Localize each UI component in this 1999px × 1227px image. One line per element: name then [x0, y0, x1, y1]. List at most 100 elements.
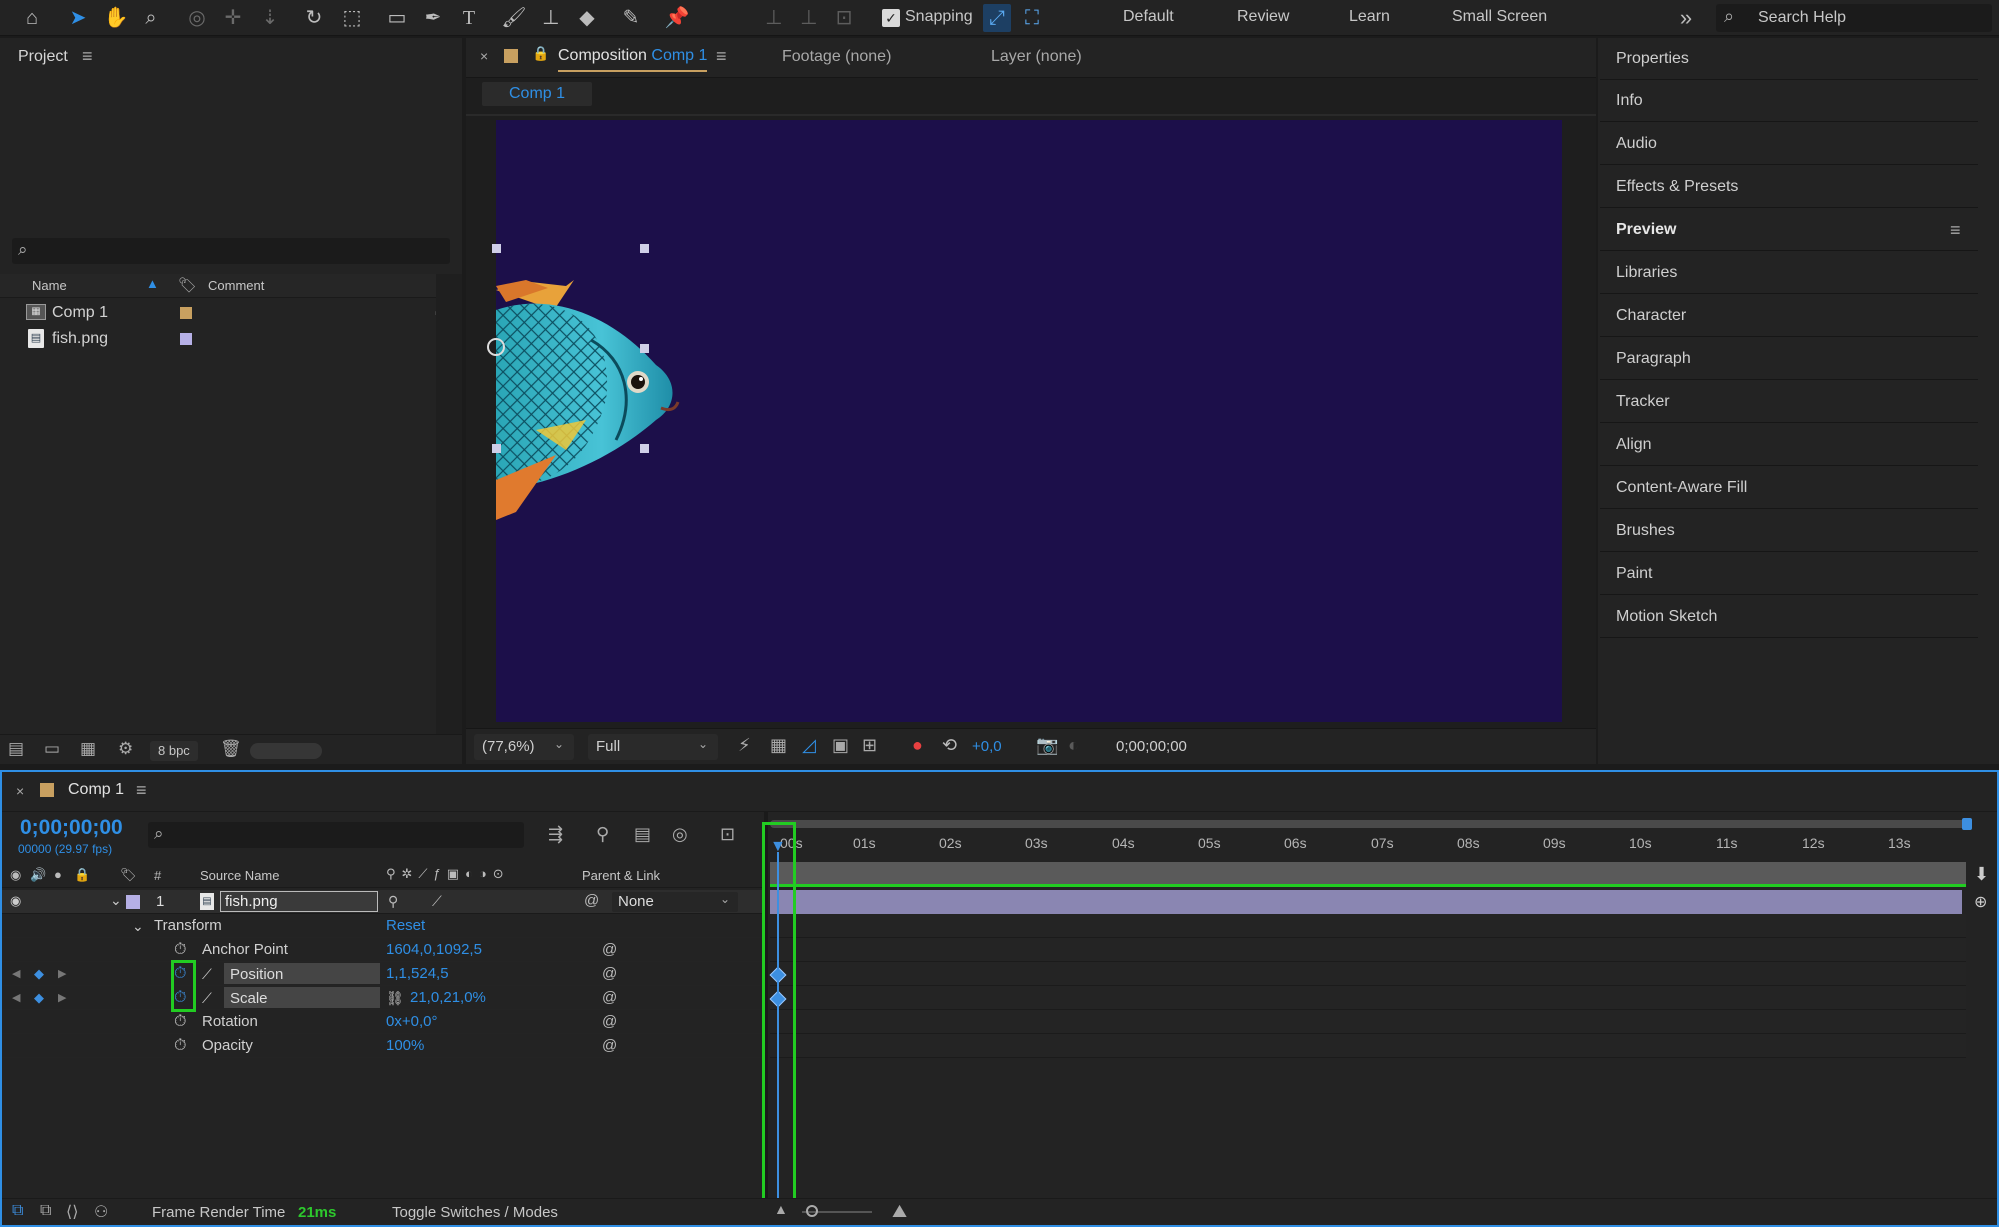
- panel-properties[interactable]: Properties: [1600, 38, 1978, 80]
- stopwatch-icon[interactable]: ⏱: [174, 1010, 186, 1034]
- panel-tracker[interactable]: Tracker: [1600, 381, 1978, 423]
- layer-label-swatch[interactable]: [126, 895, 140, 909]
- column-source-name[interactable]: Source Name: [200, 868, 279, 883]
- prev-keyframe-icon[interactable]: ◀: [12, 962, 20, 986]
- orbit-camera-icon[interactable]: ◎: [183, 4, 211, 32]
- panel-libraries[interactable]: Libraries: [1600, 252, 1978, 294]
- comp-mini-flowchart-icon[interactable]: ⇶: [548, 824, 563, 845]
- graph-icon[interactable]: ⟋: [202, 986, 212, 1010]
- panel-paragraph[interactable]: Paragraph: [1600, 338, 1978, 380]
- fast-previews-icon[interactable]: ⚡: [738, 735, 751, 756]
- property-row-position[interactable]: ◀ ◆ ▶ ⏱ ⟋ Position 1,1,524,5 @: [2, 962, 764, 986]
- workspace-small-screen[interactable]: Small Screen: [1452, 8, 1547, 26]
- snapshot-camera-icon[interactable]: 📷: [1036, 735, 1058, 756]
- next-keyframe-icon[interactable]: ▶: [58, 962, 66, 986]
- tab-layer[interactable]: Layer (none): [991, 48, 1082, 66]
- label-tag-icon[interactable]: 🏷: [120, 867, 137, 883]
- stopwatch-icon[interactable]: ⏱: [174, 938, 186, 962]
- quality-switch-icon[interactable]: ⟋: [432, 893, 442, 910]
- reset-transform-link[interactable]: Reset: [386, 914, 425, 938]
- lock-icon[interactable]: 🔒: [74, 867, 90, 883]
- search-help-field[interactable]: ⌕ Search Help: [1716, 4, 1992, 32]
- transform-handle[interactable]: [492, 244, 501, 253]
- solo-icon[interactable]: ●: [54, 867, 62, 882]
- rotation-tool-icon[interactable]: ↻: [300, 4, 328, 32]
- column-name[interactable]: Name: [32, 278, 67, 293]
- zoom-slider-thumb[interactable]: [806, 1205, 818, 1217]
- zoom-out-icon[interactable]: ▲: [774, 1201, 788, 1217]
- lock-icon[interactable]: 🔒: [532, 45, 549, 62]
- expression-pick-whip-icon[interactable]: @: [602, 1010, 617, 1034]
- grid-guides-icon[interactable]: ⊞: [862, 735, 877, 756]
- graph-icon[interactable]: ⟋: [202, 962, 212, 986]
- constrain-proportions-icon[interactable]: ⛓: [386, 986, 404, 1010]
- mask-visibility-icon[interactable]: ◿: [802, 735, 816, 756]
- viewer-timecode[interactable]: 0;00;00;00: [1116, 738, 1187, 755]
- video-visibility-icon[interactable]: ◉: [10, 867, 21, 883]
- column-comment[interactable]: Comment: [208, 278, 264, 293]
- show-snapshot-icon[interactable]: ◐: [1068, 735, 1079, 756]
- parent-dropdown[interactable]: None ⌄: [612, 892, 738, 912]
- motion-blur-icon[interactable]: ◎: [672, 824, 688, 845]
- panel-menu-icon[interactable]: ≡: [82, 46, 93, 67]
- clone-stamp-tool-icon[interactable]: ⊥: [537, 4, 565, 32]
- tab-composition[interactable]: Composition Comp 1: [558, 47, 708, 72]
- workspace-learn[interactable]: Learn: [1349, 8, 1390, 26]
- magnification-dropdown[interactable]: (77,6%) ⌄: [474, 734, 574, 760]
- expression-pick-whip-icon[interactable]: @: [602, 962, 617, 986]
- transform-group-row[interactable]: ⌄ Transform Reset: [2, 914, 764, 938]
- trash-icon[interactable]: 🗑: [220, 739, 242, 759]
- layer-row[interactable]: ◉ ⌄ 1 ▤ fish.png ⚲ ⟋ @ None ⌄: [2, 890, 762, 914]
- adjust-project-settings-icon[interactable]: ⚙: [118, 739, 133, 759]
- panel-paint[interactable]: Paint: [1600, 553, 1978, 595]
- panel-menu-icon[interactable]: ≡: [1950, 209, 1961, 251]
- property-row-rotation[interactable]: ⏱ Rotation 0x+0,0° @: [2, 1010, 764, 1034]
- channel-rgb-icon[interactable]: ●: [912, 735, 923, 756]
- anchor-point-handle[interactable]: [487, 338, 505, 356]
- puppet-pin-tool-icon[interactable]: 📌: [663, 4, 691, 32]
- graph-editor-icon[interactable]: ⊡: [720, 824, 735, 845]
- dolly-camera-icon[interactable]: ⇣: [256, 4, 284, 32]
- audio-icon[interactable]: 🔊: [30, 867, 46, 883]
- snap-edges-icon[interactable]: ⤢: [983, 4, 1011, 32]
- layer-switches-pane-icon[interactable]: ⧉: [12, 1202, 23, 1220]
- panel-brushes[interactable]: Brushes: [1600, 510, 1978, 552]
- shy-switch-icon[interactable]: ⚲: [388, 893, 398, 910]
- shy-layers-icon[interactable]: ⚲: [596, 824, 609, 845]
- comp-marker-bin-icon[interactable]: ⬇: [1974, 864, 1989, 885]
- workspace-default[interactable]: Default: [1123, 8, 1174, 26]
- snapping-checkbox[interactable]: ✓: [882, 9, 900, 27]
- panel-audio[interactable]: Audio: [1600, 123, 1978, 165]
- label-tag-icon[interactable]: 🏷: [178, 276, 197, 294]
- snap-features-icon[interactable]: ⛶: [1018, 4, 1046, 32]
- panel-character[interactable]: Character: [1600, 295, 1978, 337]
- comp-navigator-tab[interactable]: Comp 1: [482, 82, 592, 106]
- property-value[interactable]: 100%: [386, 1034, 424, 1058]
- frame-blending-icon[interactable]: ▤: [634, 824, 651, 845]
- chevron-down-icon[interactable]: ⌄: [132, 914, 144, 938]
- transform-handle[interactable]: [640, 444, 649, 453]
- chevron-down-icon[interactable]: ⌄: [110, 892, 122, 909]
- transform-handle[interactable]: [640, 344, 649, 353]
- current-time-display[interactable]: 0;00;00;00: [20, 816, 123, 840]
- axis-local-icon[interactable]: ⊥: [760, 4, 788, 32]
- column-parent-link[interactable]: Parent & Link: [582, 868, 660, 883]
- thumbnail-size-slider[interactable]: [250, 743, 322, 759]
- stopwatch-icon[interactable]: ⏱: [174, 1034, 186, 1058]
- transfer-controls-pane-icon[interactable]: ⧉: [40, 1202, 51, 1220]
- sort-ascending-icon[interactable]: ▲: [146, 276, 159, 291]
- pick-whip-icon[interactable]: @: [584, 892, 599, 909]
- zoom-in-icon[interactable]: ⛰: [892, 1201, 907, 1222]
- axis-world-icon[interactable]: ⊥: [795, 4, 823, 32]
- new-folder-icon[interactable]: ▭: [44, 739, 60, 759]
- axis-view-icon[interactable]: ⊡: [830, 4, 858, 32]
- property-value[interactable]: 0x+0,0°: [386, 1010, 437, 1034]
- project-item-comp1[interactable]: ▦ Comp 1 ⛶: [0, 300, 447, 326]
- composition-canvas[interactable]: [487, 120, 1562, 722]
- reset-exposure-icon[interactable]: ⟲: [942, 735, 957, 756]
- new-composition-icon[interactable]: ▦: [80, 739, 96, 759]
- transform-handle[interactable]: [492, 444, 501, 453]
- property-value[interactable]: 1,1,524,5: [386, 962, 449, 986]
- property-row-opacity[interactable]: ⏱ Opacity 100% @: [2, 1034, 764, 1058]
- resolution-dropdown[interactable]: Full ⌄: [588, 734, 718, 760]
